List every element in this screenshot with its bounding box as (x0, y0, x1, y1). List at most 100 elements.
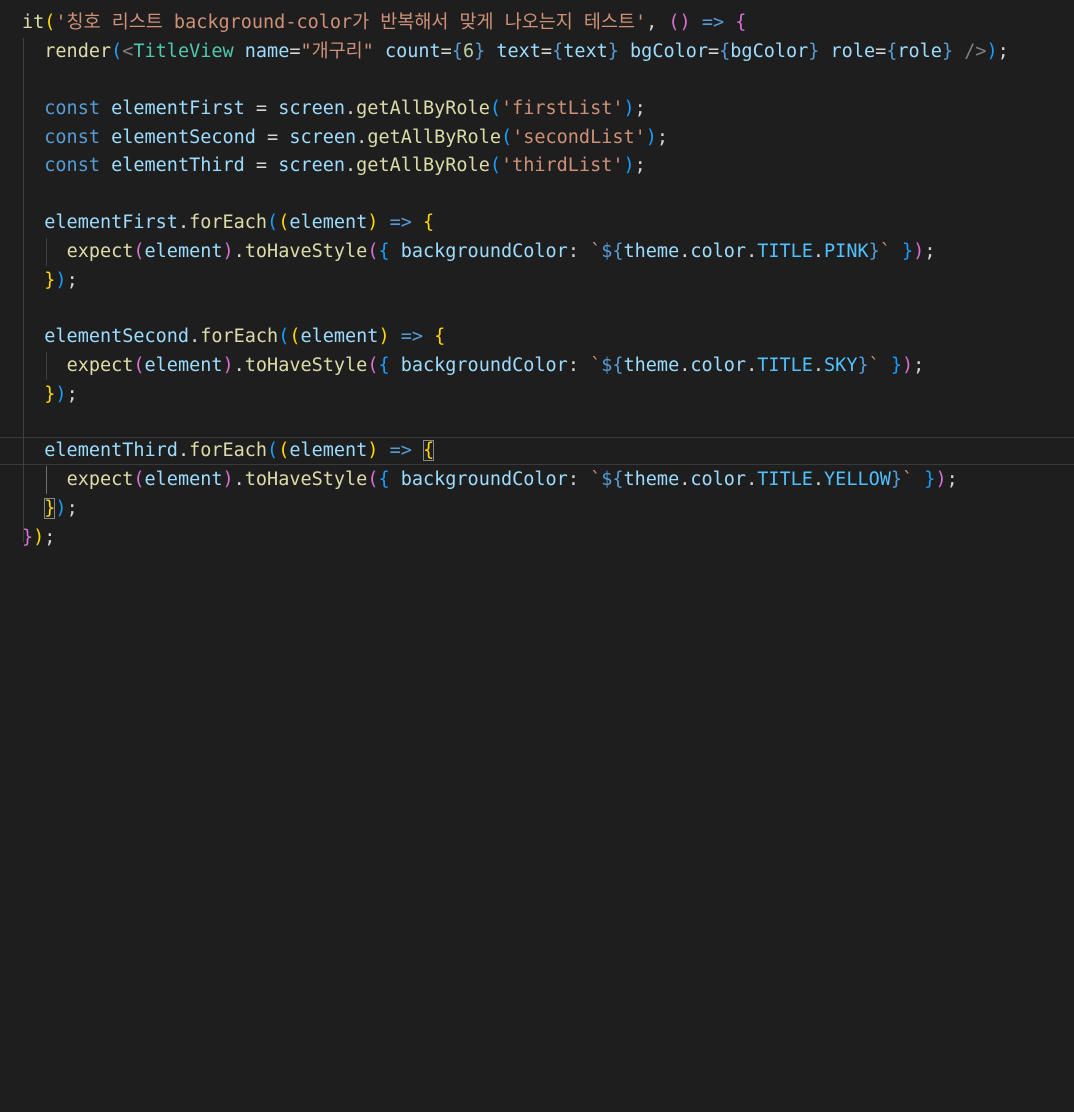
token: ; (913, 355, 925, 376)
token: = (289, 41, 301, 62)
token: forEach (189, 440, 268, 461)
token: } (890, 241, 914, 262)
token: ( (489, 155, 501, 176)
token: backgroundColor (389, 469, 568, 490)
token: bgColor (618, 41, 709, 62)
token: const (44, 155, 100, 176)
code-line-4: const elementFirst = screen.getAllByRole… (0, 95, 1074, 123)
token: ; (946, 469, 958, 490)
token: . (812, 241, 825, 262)
token: ( (267, 440, 279, 461)
token: render (44, 41, 112, 62)
token: 'firstList' (500, 98, 624, 119)
token: "개구리" (300, 41, 374, 62)
code-line-9: expect(element).toHaveStyle({ background… (0, 238, 1074, 266)
token: : (567, 355, 591, 376)
token: < (122, 41, 134, 62)
token: ; (997, 41, 1009, 62)
token: => (690, 12, 736, 33)
code-editor[interactable]: it('칭호 리스트 background-color가 반복해서 맞게 나오는… (0, 0, 1074, 556)
code-line-10: }); (0, 267, 1074, 295)
token: . (177, 212, 190, 233)
token: color (690, 469, 747, 490)
token: toHaveStyle (244, 469, 368, 490)
token: { (378, 241, 390, 262)
token: () (668, 12, 691, 33)
token: . (233, 241, 245, 262)
token: : (567, 469, 591, 490)
token: ( (500, 127, 513, 148)
token: theme (623, 469, 680, 490)
token: ) (367, 212, 379, 233)
token: ( (367, 469, 379, 490)
token: screen (278, 155, 346, 176)
token: elementFirst (99, 98, 245, 119)
token: ) (367, 440, 379, 461)
token: ( (44, 12, 56, 33)
token: ${ (601, 355, 624, 376)
token: ) (935, 469, 947, 490)
code-line-2: render(<TitleView name="개구리" count={6} t… (0, 38, 1074, 66)
token: expect (66, 469, 134, 490)
token: ) (222, 241, 234, 262)
token: ) (986, 41, 998, 62)
token: element (144, 355, 223, 376)
token: ; (66, 384, 78, 405)
token: . (812, 355, 825, 376)
token: element (289, 212, 368, 233)
code-line-5: const elementSecond = screen.getAllByRol… (0, 124, 1074, 152)
token: elementSecond (44, 326, 190, 347)
token: ; (66, 498, 78, 519)
token: => (378, 440, 423, 461)
token: const (44, 98, 100, 119)
token: . (233, 469, 245, 490)
code-line-12: elementSecond.forEach((element) => { (0, 323, 1074, 351)
token: { (719, 41, 731, 62)
token: toHaveStyle (244, 355, 368, 376)
token: ` (590, 469, 602, 490)
token: PINK (824, 241, 869, 262)
token: : (567, 241, 591, 262)
token: TITLE (757, 241, 813, 262)
token: = (440, 41, 452, 62)
token: . (177, 440, 190, 461)
token: } (879, 355, 903, 376)
token: . (233, 355, 245, 376)
token: elementThird (44, 440, 178, 461)
token: elementSecond (99, 127, 256, 148)
token: , (646, 12, 669, 33)
code-line-14: }); (0, 381, 1074, 409)
token: ) (222, 355, 234, 376)
token: } (857, 355, 869, 376)
code-line-6: const elementThird = screen.getAllByRole… (0, 152, 1074, 180)
token: SKY (824, 355, 858, 376)
token: ) (55, 384, 67, 405)
token: forEach (200, 326, 279, 347)
token: } (890, 469, 903, 490)
code-line-19: }); (0, 524, 1074, 552)
token: } (474, 41, 486, 62)
token: } (607, 41, 619, 62)
token: . (679, 241, 691, 262)
token: } (913, 469, 936, 490)
token: TitleView (133, 41, 234, 62)
token: YELLOW (824, 469, 891, 490)
token: . (189, 326, 201, 347)
token: /> (953, 41, 987, 62)
token: ; (634, 155, 646, 176)
token: ) (623, 155, 635, 176)
token: ` (868, 355, 880, 376)
token: . (746, 241, 758, 262)
token: ; (924, 241, 936, 262)
token: expect (66, 241, 134, 262)
token: 'thirdList' (500, 155, 624, 176)
token: { (434, 326, 446, 347)
token: ) (913, 241, 925, 262)
token: element (144, 241, 223, 262)
token: toHaveStyle (244, 241, 368, 262)
token: ) (902, 355, 914, 376)
token: backgroundColor (389, 241, 568, 262)
token: name (233, 41, 290, 62)
token: bgColor (730, 41, 809, 62)
matched-bracket: { (423, 440, 435, 461)
